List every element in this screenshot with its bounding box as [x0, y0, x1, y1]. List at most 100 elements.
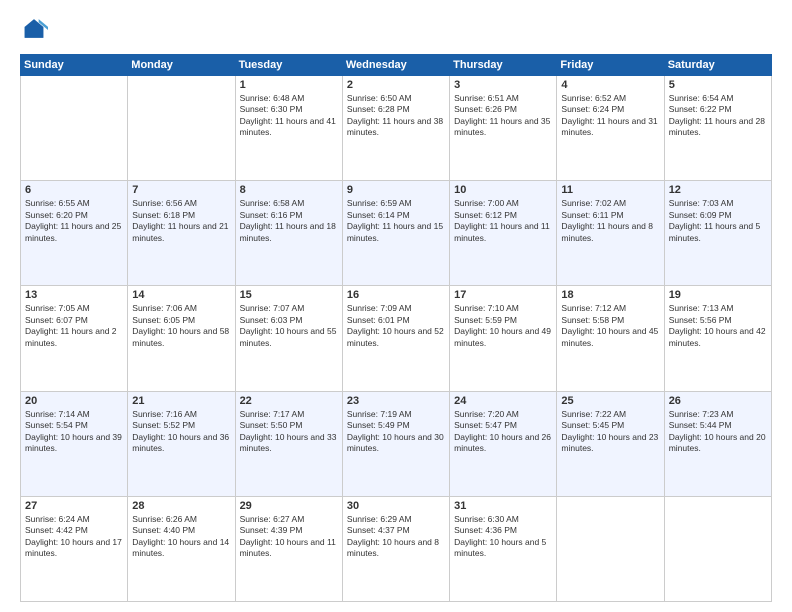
- calendar-cell: 30 Sunrise: 6:29 AM Sunset: 4:37 PM Dayli…: [342, 496, 449, 601]
- weekday-header-tuesday: Tuesday: [235, 55, 342, 76]
- header: [20, 16, 772, 44]
- day-data: Sunrise: 6:26 AM Sunset: 4:40 PM Dayligh…: [132, 514, 230, 560]
- day-number: 12: [669, 184, 767, 196]
- day-data: Sunrise: 7:23 AM Sunset: 5:44 PM Dayligh…: [669, 409, 767, 455]
- calendar-cell: 25 Sunrise: 7:22 AM Sunset: 5:45 PM Dayli…: [557, 391, 664, 496]
- day-data: Sunrise: 7:00 AM Sunset: 6:12 PM Dayligh…: [454, 198, 552, 244]
- day-data: Sunrise: 7:17 AM Sunset: 5:50 PM Dayligh…: [240, 409, 338, 455]
- day-data: Sunrise: 7:06 AM Sunset: 6:05 PM Dayligh…: [132, 303, 230, 349]
- day-data: Sunrise: 7:05 AM Sunset: 6:07 PM Dayligh…: [25, 303, 123, 349]
- day-number: 3: [454, 79, 552, 91]
- calendar-cell: 5Sunrise: 6:54 AM Sunset: 6:22 PM Daylig…: [664, 76, 771, 181]
- day-data: Sunrise: 7:22 AM Sunset: 5:45 PM Dayligh…: [561, 409, 659, 455]
- day-data: Sunrise: 7:09 AM Sunset: 6:01 PM Dayligh…: [347, 303, 445, 349]
- day-number: 10: [454, 184, 552, 196]
- day-number: 25: [561, 395, 659, 407]
- day-data: Sunrise: 6:52 AM Sunset: 6:24 PM Dayligh…: [561, 93, 659, 139]
- day-number: 1: [240, 79, 338, 91]
- calendar-cell: 8 Sunrise: 6:58 AM Sunset: 6:16 PM Daylig…: [235, 181, 342, 286]
- week-row-5: 27Sunrise: 6:24 AM Sunset: 4:42 PM Dayli…: [21, 496, 772, 601]
- day-data: Sunrise: 7:10 AM Sunset: 5:59 PM Dayligh…: [454, 303, 552, 349]
- calendar-cell: 4Sunrise: 6:52 AM Sunset: 6:24 PM Daylig…: [557, 76, 664, 181]
- weekday-header-friday: Friday: [557, 55, 664, 76]
- calendar-cell: [664, 496, 771, 601]
- page: SundayMondayTuesdayWednesdayThursdayFrid…: [0, 0, 792, 612]
- day-number: 30: [347, 500, 445, 512]
- calendar-cell: [21, 76, 128, 181]
- day-data: Sunrise: 6:55 AM Sunset: 6:20 PM Dayligh…: [25, 198, 123, 244]
- calendar-cell: 28 Sunrise: 6:26 AM Sunset: 4:40 PM Dayli…: [128, 496, 235, 601]
- day-number: 29: [240, 500, 338, 512]
- calendar-cell: 24Sunrise: 7:20 AM Sunset: 5:47 PM Dayli…: [450, 391, 557, 496]
- day-number: 8: [240, 184, 338, 196]
- day-number: 17: [454, 289, 552, 301]
- day-number: 31: [454, 500, 552, 512]
- day-number: 14: [132, 289, 230, 301]
- day-data: Sunrise: 6:29 AM Sunset: 4:37 PM Dayligh…: [347, 514, 445, 560]
- day-number: 18: [561, 289, 659, 301]
- calendar-cell: 6Sunrise: 6:55 AM Sunset: 6:20 PM Daylig…: [21, 181, 128, 286]
- day-data: Sunrise: 6:27 AM Sunset: 4:39 PM Dayligh…: [240, 514, 338, 560]
- day-number: 19: [669, 289, 767, 301]
- day-number: 20: [25, 395, 123, 407]
- calendar-cell: 16 Sunrise: 7:09 AM Sunset: 6:01 PM Dayli…: [342, 286, 449, 391]
- calendar-cell: 27Sunrise: 6:24 AM Sunset: 4:42 PM Dayli…: [21, 496, 128, 601]
- day-number: 28: [132, 500, 230, 512]
- day-number: 27: [25, 500, 123, 512]
- logo-icon: [20, 16, 48, 44]
- day-number: 24: [454, 395, 552, 407]
- weekday-header-wednesday: Wednesday: [342, 55, 449, 76]
- day-data: Sunrise: 6:59 AM Sunset: 6:14 PM Dayligh…: [347, 198, 445, 244]
- calendar-cell: 3Sunrise: 6:51 AM Sunset: 6:26 PM Daylig…: [450, 76, 557, 181]
- day-number: 16: [347, 289, 445, 301]
- week-row-4: 20 Sunrise: 7:14 AM Sunset: 5:54 PM Dayli…: [21, 391, 772, 496]
- day-data: Sunrise: 6:50 AM Sunset: 6:28 PM Dayligh…: [347, 93, 445, 139]
- calendar-cell: 14 Sunrise: 7:06 AM Sunset: 6:05 PM Dayli…: [128, 286, 235, 391]
- day-data: Sunrise: 7:19 AM Sunset: 5:49 PM Dayligh…: [347, 409, 445, 455]
- calendar-cell: 1Sunrise: 6:48 AM Sunset: 6:30 PM Daylig…: [235, 76, 342, 181]
- weekday-header-sunday: Sunday: [21, 55, 128, 76]
- weekday-header-row: SundayMondayTuesdayWednesdayThursdayFrid…: [21, 55, 772, 76]
- calendar-cell: 13 Sunrise: 7:05 AM Sunset: 6:07 PM Dayli…: [21, 286, 128, 391]
- calendar-cell: 29 Sunrise: 6:27 AM Sunset: 4:39 PM Dayli…: [235, 496, 342, 601]
- day-data: Sunrise: 6:30 AM Sunset: 4:36 PM Dayligh…: [454, 514, 552, 560]
- day-number: 22: [240, 395, 338, 407]
- week-row-3: 13 Sunrise: 7:05 AM Sunset: 6:07 PM Dayli…: [21, 286, 772, 391]
- day-data: Sunrise: 6:58 AM Sunset: 6:16 PM Dayligh…: [240, 198, 338, 244]
- day-number: 2: [347, 79, 445, 91]
- day-data: Sunrise: 7:12 AM Sunset: 5:58 PM Dayligh…: [561, 303, 659, 349]
- calendar-cell: 22 Sunrise: 7:17 AM Sunset: 5:50 PM Dayli…: [235, 391, 342, 496]
- day-data: Sunrise: 6:56 AM Sunset: 6:18 PM Dayligh…: [132, 198, 230, 244]
- calendar-cell: 31 Sunrise: 6:30 AM Sunset: 4:36 PM Dayli…: [450, 496, 557, 601]
- week-row-1: 1Sunrise: 6:48 AM Sunset: 6:30 PM Daylig…: [21, 76, 772, 181]
- weekday-header-saturday: Saturday: [664, 55, 771, 76]
- day-data: Sunrise: 7:07 AM Sunset: 6:03 PM Dayligh…: [240, 303, 338, 349]
- day-number: 7: [132, 184, 230, 196]
- day-number: 13: [25, 289, 123, 301]
- calendar-cell: 9Sunrise: 6:59 AM Sunset: 6:14 PM Daylig…: [342, 181, 449, 286]
- calendar-cell: 23Sunrise: 7:19 AM Sunset: 5:49 PM Dayli…: [342, 391, 449, 496]
- calendar-table: SundayMondayTuesdayWednesdayThursdayFrid…: [20, 54, 772, 602]
- day-data: Sunrise: 7:13 AM Sunset: 5:56 PM Dayligh…: [669, 303, 767, 349]
- logo: [20, 16, 52, 44]
- day-data: Sunrise: 7:03 AM Sunset: 6:09 PM Dayligh…: [669, 198, 767, 244]
- calendar-cell: 15Sunrise: 7:07 AM Sunset: 6:03 PM Dayli…: [235, 286, 342, 391]
- calendar-cell: 26 Sunrise: 7:23 AM Sunset: 5:44 PM Dayli…: [664, 391, 771, 496]
- day-number: 21: [132, 395, 230, 407]
- day-data: Sunrise: 7:14 AM Sunset: 5:54 PM Dayligh…: [25, 409, 123, 455]
- calendar-cell: 2 Sunrise: 6:50 AM Sunset: 6:28 PM Daylig…: [342, 76, 449, 181]
- weekday-header-monday: Monday: [128, 55, 235, 76]
- calendar-cell: 7 Sunrise: 6:56 AM Sunset: 6:18 PM Daylig…: [128, 181, 235, 286]
- day-number: 5: [669, 79, 767, 91]
- calendar-cell: [557, 496, 664, 601]
- day-number: 26: [669, 395, 767, 407]
- calendar-cell: 20 Sunrise: 7:14 AM Sunset: 5:54 PM Dayli…: [21, 391, 128, 496]
- calendar-cell: 12 Sunrise: 7:03 AM Sunset: 6:09 PM Dayli…: [664, 181, 771, 286]
- calendar-cell: 11Sunrise: 7:02 AM Sunset: 6:11 PM Dayli…: [557, 181, 664, 286]
- week-row-2: 6Sunrise: 6:55 AM Sunset: 6:20 PM Daylig…: [21, 181, 772, 286]
- calendar-cell: [128, 76, 235, 181]
- weekday-header-thursday: Thursday: [450, 55, 557, 76]
- calendar-cell: 10 Sunrise: 7:00 AM Sunset: 6:12 PM Dayli…: [450, 181, 557, 286]
- day-data: Sunrise: 7:16 AM Sunset: 5:52 PM Dayligh…: [132, 409, 230, 455]
- day-data: Sunrise: 7:02 AM Sunset: 6:11 PM Dayligh…: [561, 198, 659, 244]
